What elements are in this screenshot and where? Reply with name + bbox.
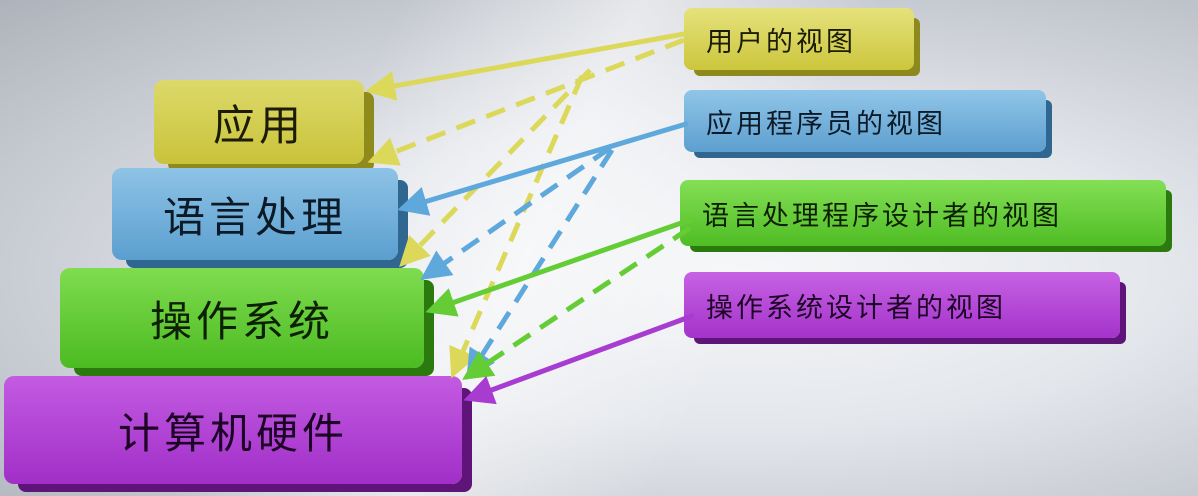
- arrow-language-designer-to-hardware-dashed: [462, 225, 692, 380]
- arrow-user-to-application: [365, 31, 687, 101]
- arrow-user-to-language-dashed: [367, 37, 685, 166]
- arrow-os-designer-to-hardware: [463, 313, 695, 405]
- arrows-layer: [365, 31, 695, 405]
